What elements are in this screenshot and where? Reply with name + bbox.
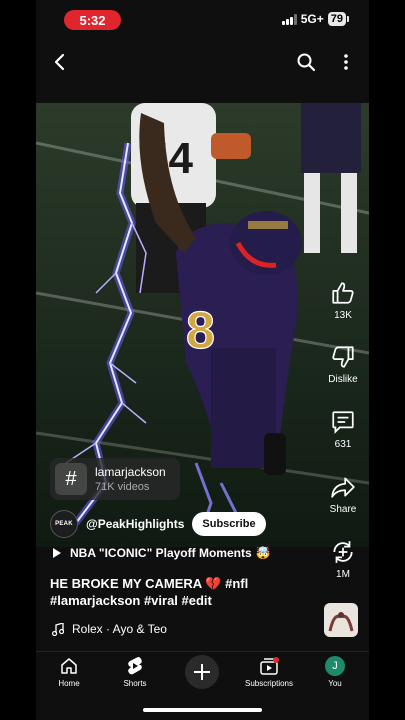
shorts-icon xyxy=(128,657,142,675)
nav-you[interactable]: J You xyxy=(302,656,368,688)
dislike-button[interactable]: Dislike xyxy=(318,344,368,385)
home-icon xyxy=(61,658,77,674)
battery-icon: 79 xyxy=(327,12,346,26)
status-time: 5:32 xyxy=(64,10,121,30)
like-count: 13K xyxy=(334,310,352,321)
hashtag-video-count: 71K videos xyxy=(95,481,150,493)
channel-handle[interactable]: @PeakHighlights xyxy=(86,517,184,531)
bottom-navigation: Home Shorts Subscriptions J You xyxy=(36,651,369,697)
nav-shorts[interactable]: Shorts xyxy=(102,656,168,688)
top-bar xyxy=(36,44,369,80)
music-note-icon xyxy=(52,622,64,636)
comments-button[interactable]: 631 xyxy=(318,409,368,450)
video-title[interactable]: HE BROKE MY CAMERA 💔 #nfl #lamarjackson … xyxy=(50,575,310,609)
title-emoji: 💔 xyxy=(205,576,222,591)
nav-shorts-label: Shorts xyxy=(123,679,147,688)
comment-icon xyxy=(332,411,354,434)
nav-create[interactable] xyxy=(169,654,235,690)
subscriptions-icon xyxy=(260,657,279,675)
home-indicator[interactable] xyxy=(143,708,262,712)
thumb-up-icon xyxy=(332,282,354,304)
playlist-link[interactable]: NBA "ICONIC" Playoff Moments 🤯 xyxy=(52,546,271,560)
nav-subscriptions[interactable]: Subscriptions xyxy=(236,656,302,688)
like-button[interactable]: 13K xyxy=(318,280,368,321)
nav-home[interactable]: Home xyxy=(36,656,102,688)
nav-home-label: Home xyxy=(58,679,80,688)
jersey-number: 8 xyxy=(186,302,215,360)
remix-icon xyxy=(333,541,353,563)
user-avatar: J xyxy=(325,656,345,676)
comment-count: 631 xyxy=(334,439,352,450)
title-text: HE BROKE MY CAMERA xyxy=(50,576,202,591)
playlist-label: NBA "ICONIC" Playoff Moments xyxy=(70,546,252,560)
sound-link[interactable]: Rolex · Ayo & Teo xyxy=(52,622,167,636)
thumb-down-icon xyxy=(332,346,354,368)
nav-subscriptions-label: Subscriptions xyxy=(244,679,294,688)
dislike-label: Dislike xyxy=(328,374,358,385)
signal-icon xyxy=(281,13,297,25)
share-icon xyxy=(331,477,355,498)
remix-button[interactable]: 1M xyxy=(318,539,368,580)
channel-avatar[interactable]: PEAK xyxy=(50,510,78,538)
playlist-emoji: 🤯 xyxy=(255,546,271,560)
battery-tip xyxy=(347,16,349,22)
nav-you-label: You xyxy=(328,679,342,688)
channel-row: PEAK @PeakHighlights Subscribe xyxy=(50,510,266,538)
share-label: Share xyxy=(329,504,357,515)
network-label: 5G+ xyxy=(300,12,324,26)
hashtag-name: lamarjackson xyxy=(95,465,166,479)
remix-count: 1M xyxy=(336,569,350,580)
share-button[interactable]: Share xyxy=(318,474,368,515)
back-icon[interactable] xyxy=(48,50,72,74)
song-label: Rolex · Ayo & Teo xyxy=(72,622,167,636)
sound-thumbnail[interactable] xyxy=(324,603,358,637)
plus-icon xyxy=(185,655,219,689)
hashtag-icon: # xyxy=(55,463,87,495)
hashtag-chip[interactable]: # lamarjackson 71K videos xyxy=(50,458,180,500)
subscribe-button[interactable]: Subscribe xyxy=(192,512,266,536)
more-vert-icon[interactable] xyxy=(334,50,358,74)
status-indicators: 5G+ 79 xyxy=(281,12,349,26)
play-icon xyxy=(53,548,61,558)
search-icon[interactable] xyxy=(294,50,318,74)
